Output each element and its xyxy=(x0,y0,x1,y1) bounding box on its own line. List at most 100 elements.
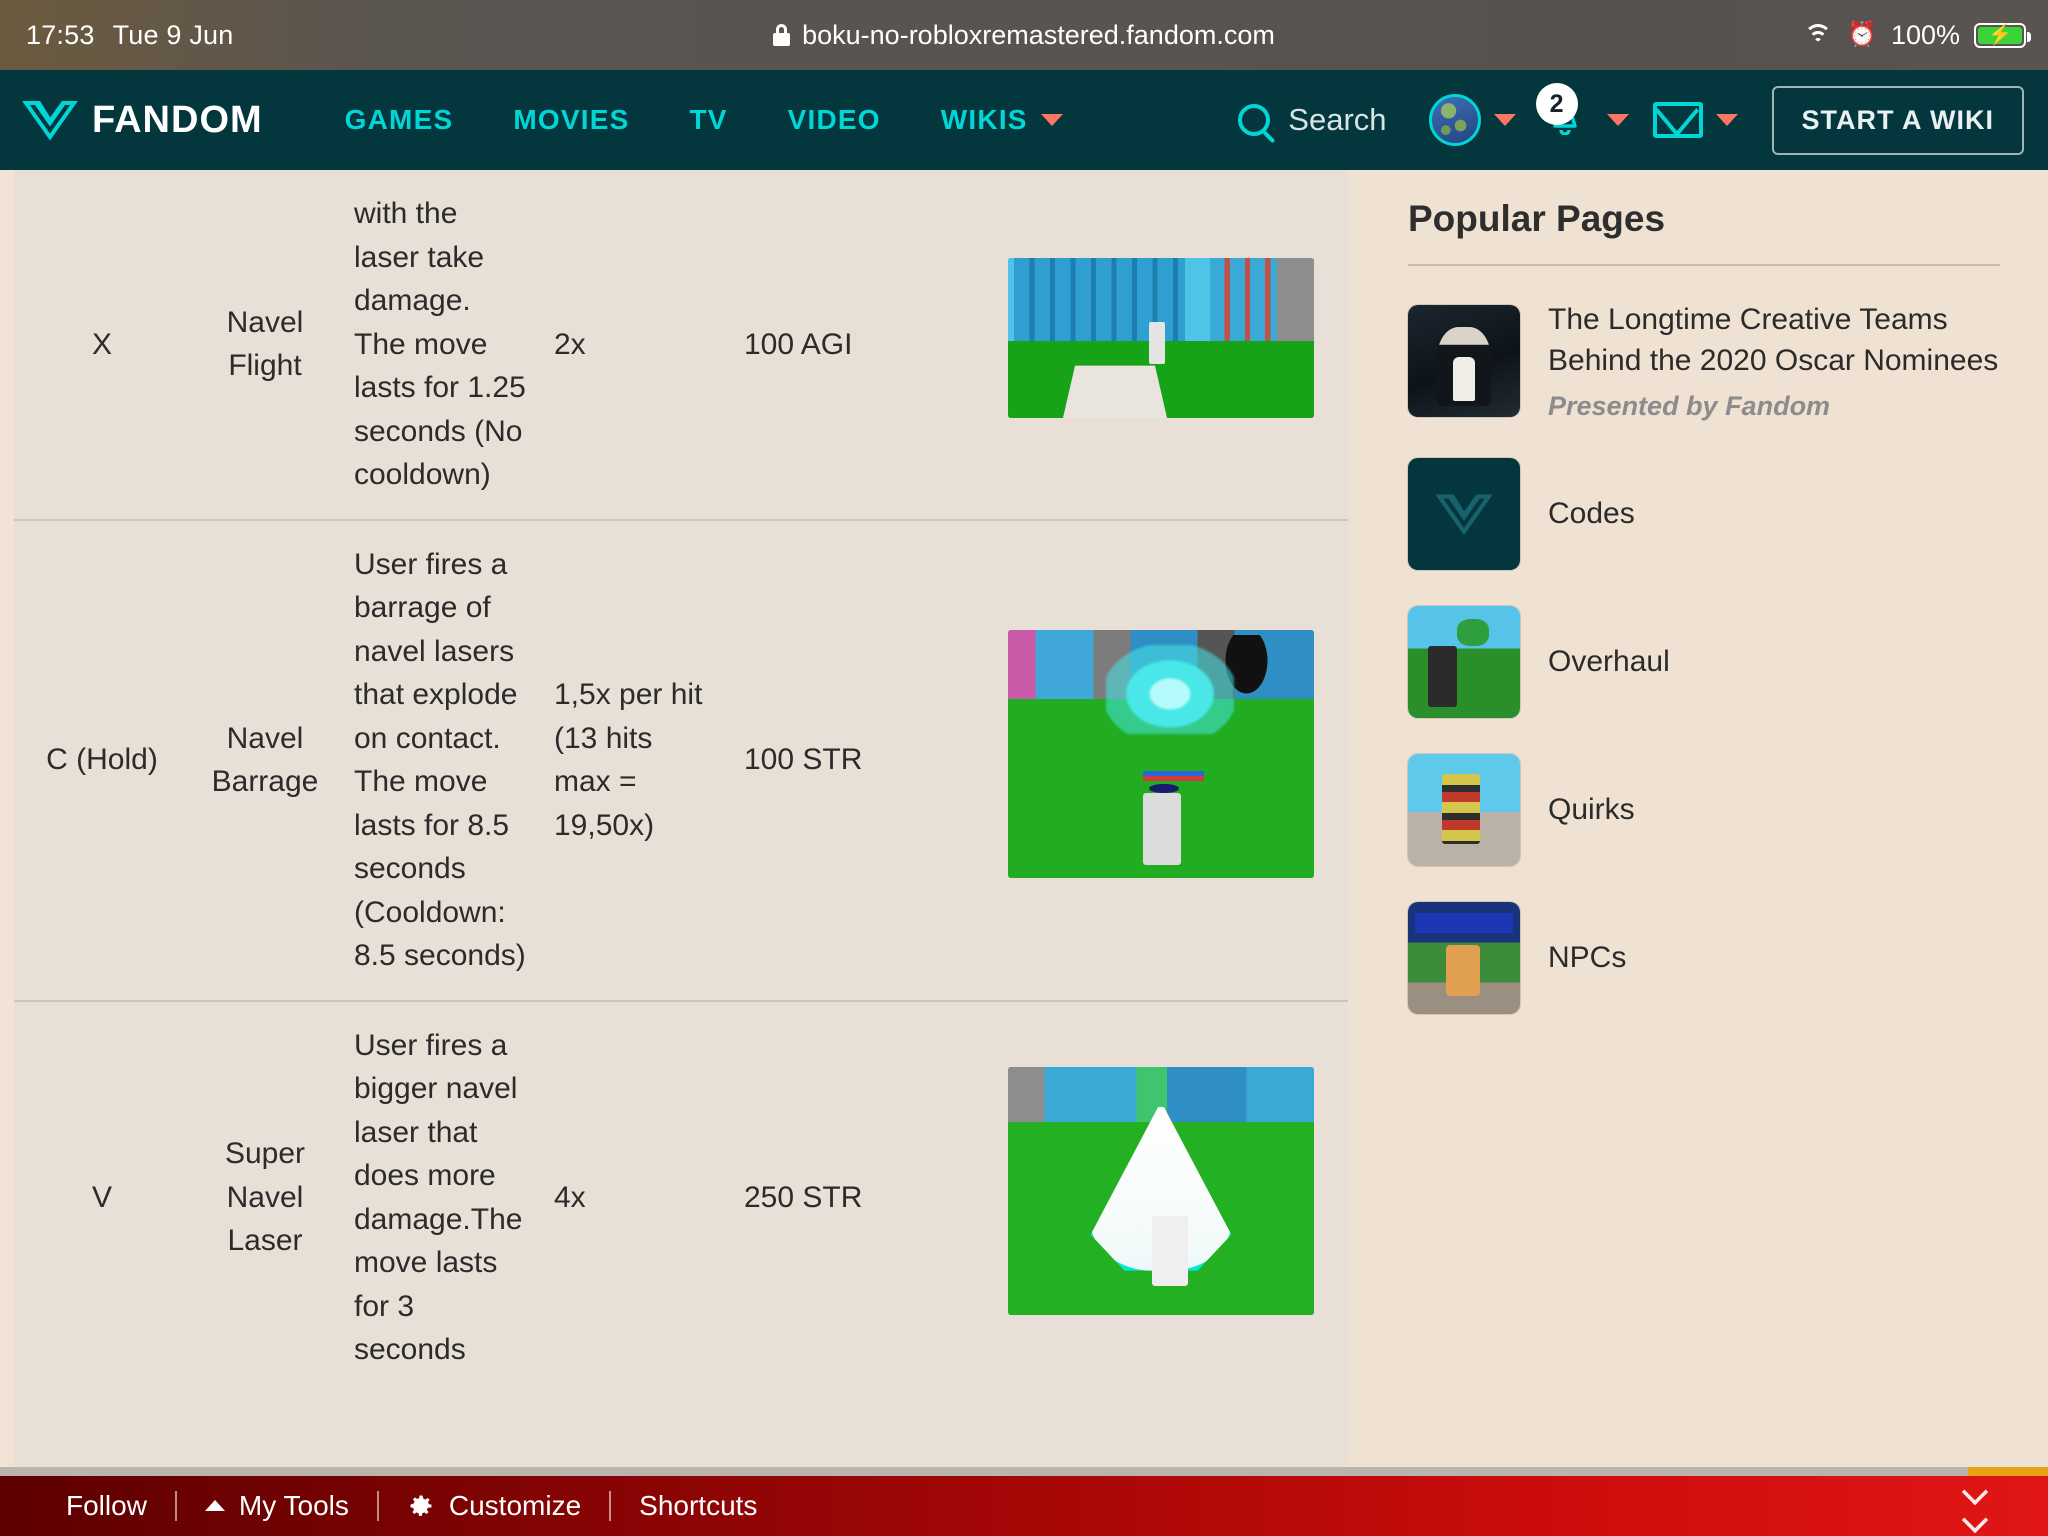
divider xyxy=(1408,264,2000,266)
nav-link-label: VIDEO xyxy=(788,104,881,136)
fandom-heart-icon xyxy=(22,97,78,143)
super-navel-laser-screenshot xyxy=(1008,1067,1314,1315)
cell-image xyxy=(966,170,1348,520)
cell-description: User fires a barrage of navel lasers tha… xyxy=(340,520,540,1001)
popular-page-item-oscar[interactable]: The Longtime Creative Teams Behind the 2… xyxy=(1408,300,2000,422)
navel-barrage-screenshot xyxy=(1008,630,1314,878)
search-icon xyxy=(1238,104,1270,136)
battery-percent-label: 100% xyxy=(1891,20,1960,51)
status-bar-right: ⏰ 100% ⚡ xyxy=(1803,0,2026,70)
cell-key: V xyxy=(14,1001,190,1394)
cell-move-name: Navel Barrage xyxy=(190,520,340,1001)
notification-badge: 2 xyxy=(1536,83,1578,125)
page-body: X Navel Flight with the laser take damag… xyxy=(0,170,2048,1475)
navel-flight-screenshot xyxy=(1008,258,1314,418)
moves-table: X Navel Flight with the laser take damag… xyxy=(14,170,1348,1394)
oscar-photo-thumb xyxy=(1408,305,1520,417)
ipad-status-bar: 17:53 Tue 9 Jun boku-no-robloxremastered… xyxy=(0,0,2048,70)
shortcuts-button[interactable]: Shortcuts xyxy=(611,1490,785,1522)
article-content: X Navel Flight with the laser take damag… xyxy=(0,170,1348,1475)
fandom-heart-icon xyxy=(1435,490,1493,538)
nav-right-cluster: Search 2 START A WIKI xyxy=(1238,86,2048,155)
globe-avatar xyxy=(1429,94,1481,146)
popular-page-item-npcs[interactable]: NPCs xyxy=(1408,902,2000,1014)
popular-page-label: Overhaul xyxy=(1548,645,1670,678)
envelope-icon xyxy=(1653,102,1703,138)
customize-button[interactable]: Customize xyxy=(379,1490,609,1522)
messages-menu[interactable] xyxy=(1641,102,1750,138)
cell-image xyxy=(966,520,1348,1001)
fandom-global-nav: FANDOM GAMES MOVIES TV VIDEO WIKIS Searc… xyxy=(0,70,2048,170)
cell-requirement: 100 STR xyxy=(730,520,966,1001)
search-button[interactable]: Search xyxy=(1238,102,1386,138)
nav-link-label: TV xyxy=(689,104,727,136)
search-label: Search xyxy=(1288,102,1386,138)
popular-page-text: Overhaul xyxy=(1548,642,2000,683)
cell-move-name: Super Navel Laser xyxy=(190,1001,340,1394)
follow-label: Follow xyxy=(66,1490,147,1522)
chevron-down-icon xyxy=(1494,114,1516,126)
bottom-toolbar-items: Follow My Tools Customize Shortcuts xyxy=(0,1490,785,1522)
cell-image xyxy=(966,1001,1348,1394)
shortcuts-label: Shortcuts xyxy=(639,1490,757,1522)
popular-pages-title: Popular Pages xyxy=(1408,198,2000,264)
popular-page-item-codes[interactable]: Codes xyxy=(1408,458,2000,570)
bell-icon-wrapper: 2 xyxy=(1540,93,1594,147)
popular-page-text: Codes xyxy=(1548,494,2000,535)
url-text: boku-no-robloxremastered.fandom.com xyxy=(802,20,1275,51)
cell-move-name: Navel Flight xyxy=(190,170,340,520)
popular-page-item-quirks[interactable]: Quirks xyxy=(1408,754,2000,866)
browser-url-bar[interactable]: boku-no-robloxremastered.fandom.com xyxy=(0,0,2048,70)
nav-link-video[interactable]: VIDEO xyxy=(758,104,911,136)
overhaul-game-thumb xyxy=(1408,606,1520,718)
npcs-game-thumb xyxy=(1408,902,1520,1014)
nav-link-movies[interactable]: MOVIES xyxy=(483,104,659,136)
fandom-wordmark: FANDOM xyxy=(92,99,263,142)
cell-multiplier: 1,5x per hit (13 hits max = 19,50x) xyxy=(540,520,730,1001)
nav-links: GAMES MOVIES TV VIDEO WIKIS xyxy=(315,104,1093,136)
popular-page-label: NPCs xyxy=(1548,941,1626,974)
quirks-game-thumb xyxy=(1408,754,1520,866)
fandom-bottom-toolbar: Follow My Tools Customize Shortcuts xyxy=(0,1475,2048,1536)
nav-link-wikis[interactable]: WIKIS xyxy=(911,104,1093,136)
my-tools-button[interactable]: My Tools xyxy=(177,1490,377,1522)
cell-multiplier: 2x xyxy=(540,170,730,520)
cell-description: with the laser take damage. The move las… xyxy=(340,170,540,520)
nav-link-label: GAMES xyxy=(345,104,454,136)
cell-key: C (Hold) xyxy=(14,520,190,1001)
cell-key: X xyxy=(14,170,190,520)
customize-label: Customize xyxy=(449,1490,581,1522)
gear-icon xyxy=(407,1492,435,1520)
table-row: X Navel Flight with the laser take damag… xyxy=(14,170,1348,520)
popular-page-label: Quirks xyxy=(1548,793,1635,826)
user-avatar-menu[interactable] xyxy=(1417,94,1528,146)
cell-requirement: 100 AGI xyxy=(730,170,966,520)
my-tools-label: My Tools xyxy=(239,1490,349,1522)
popular-page-sponsor: Presented by Fandom xyxy=(1548,391,2000,422)
popular-pages-rail: Popular Pages The Longtime Creative Team… xyxy=(1348,170,2048,1475)
popular-page-text: NPCs xyxy=(1548,938,2000,979)
table-row: V Super Navel Laser User fires a bigger … xyxy=(14,1001,1348,1394)
nav-link-tv[interactable]: TV xyxy=(659,104,757,136)
cell-multiplier: 4x xyxy=(540,1001,730,1394)
fandom-logo[interactable]: FANDOM xyxy=(0,97,263,143)
lock-icon xyxy=(773,24,790,46)
cell-description: User fires a bigger navel laser that doe… xyxy=(340,1001,540,1394)
wifi-icon xyxy=(1803,24,1833,46)
chevron-down-icon xyxy=(1607,114,1629,126)
caret-up-icon xyxy=(205,1500,225,1511)
chevron-down-icon xyxy=(1716,114,1738,126)
nav-link-label: WIKIS xyxy=(941,104,1028,136)
notifications-menu[interactable]: 2 xyxy=(1528,93,1641,147)
horizontal-scrollbar[interactable] xyxy=(0,1467,2048,1476)
follow-button[interactable]: Follow xyxy=(38,1490,175,1522)
popular-page-item-overhaul[interactable]: Overhaul xyxy=(1408,606,2000,718)
table-row: C (Hold) Navel Barrage User fires a barr… xyxy=(14,520,1348,1001)
nav-link-games[interactable]: GAMES xyxy=(315,104,484,136)
double-chevron-down-icon[interactable] xyxy=(1962,1479,1988,1533)
start-a-wiki-button[interactable]: START A WIKI xyxy=(1772,86,2024,155)
alarm-clock-icon: ⏰ xyxy=(1847,23,1877,47)
battery-charging-icon: ⚡ xyxy=(1974,23,2026,48)
cell-requirement: 250 STR xyxy=(730,1001,966,1394)
popular-page-label: The Longtime Creative Teams Behind the 2… xyxy=(1548,303,1998,377)
